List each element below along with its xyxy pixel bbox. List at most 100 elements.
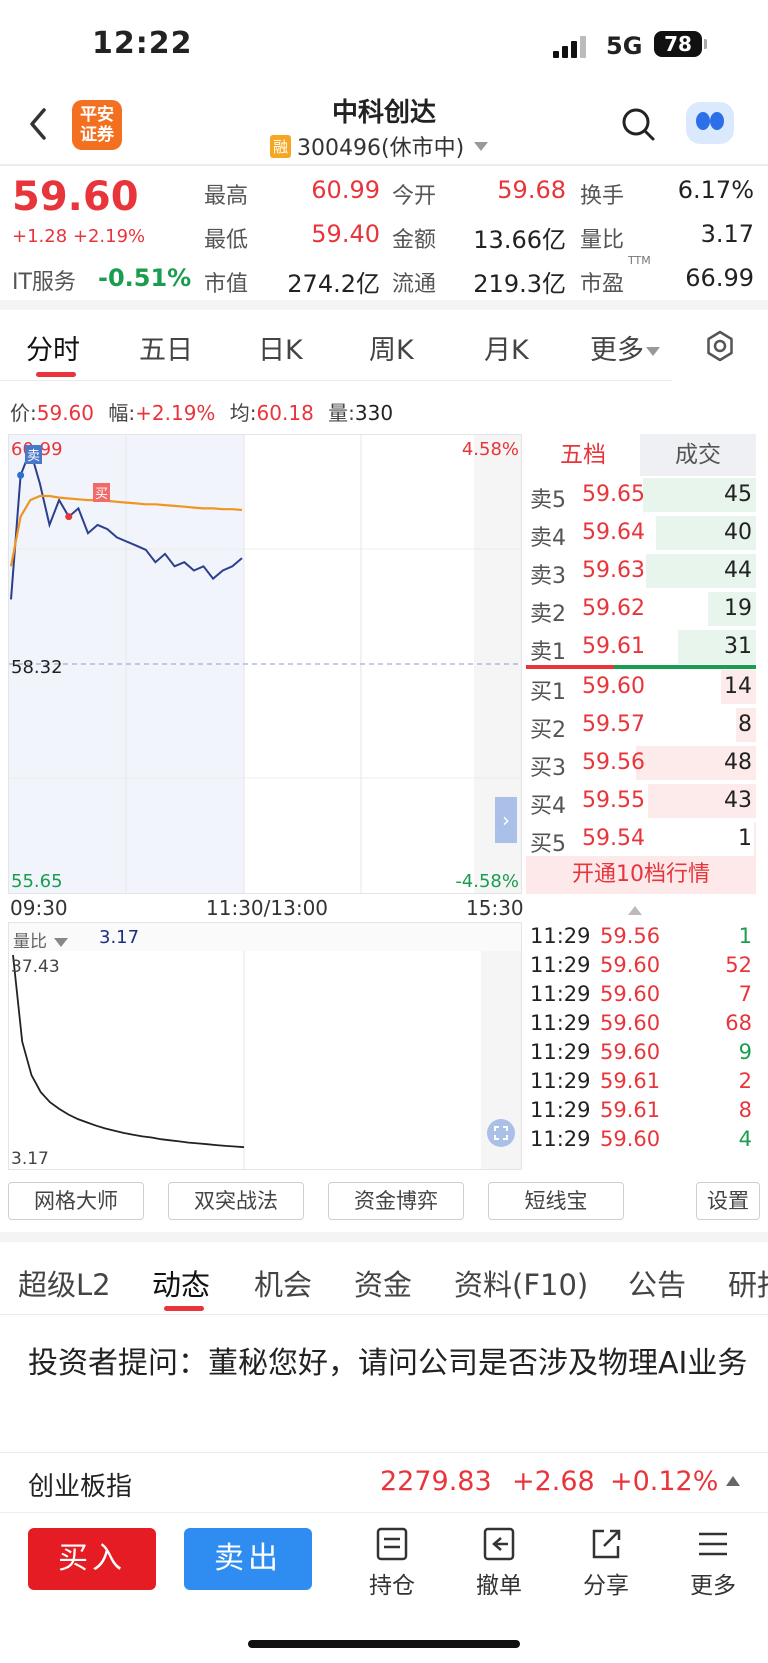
share-button[interactable]: 分享	[571, 1526, 641, 1600]
tab-monthly-k[interactable]: 月K	[484, 328, 529, 367]
trade-price: 59.60	[600, 1011, 661, 1035]
trade-volume: 68	[725, 1011, 752, 1035]
volume-ratio-series	[12, 954, 245, 1149]
tab-daily-k[interactable]: 日K	[258, 328, 303, 367]
tab-five-levels[interactable]: 五档	[526, 434, 640, 476]
ask-row[interactable]: 卖4 59.64 40	[526, 514, 756, 552]
divider	[0, 380, 672, 381]
buy-button[interactable]: 买入	[28, 1528, 156, 1590]
ask-row[interactable]: 卖2 59.62 19	[526, 590, 756, 628]
gear-icon[interactable]	[703, 329, 737, 363]
trade-price: 59.56	[600, 924, 661, 948]
volume-ratio-chart[interactable]: 量比 3.17 37.43 3.17	[8, 922, 522, 1170]
level-volume: 48	[724, 750, 752, 775]
ai-assistant-icon[interactable]	[686, 102, 734, 144]
bid-row[interactable]: 买2 59.57 8	[526, 706, 756, 744]
level-price: 59.60	[582, 674, 645, 699]
info-bar: 价:59.60 幅:+2.19% 均:60.18 量:330	[10, 397, 393, 426]
level-name: 卖4	[530, 526, 566, 551]
bid-row[interactable]: 买4 59.55 43	[526, 782, 756, 820]
ask-row[interactable]: 卖5 59.65 45	[526, 476, 756, 514]
index-pct: +0.12%	[610, 1466, 719, 1497]
current-price: 59.60	[12, 174, 139, 220]
chevron-right-icon[interactable]: ›	[495, 797, 517, 843]
more-label: 更多	[690, 1573, 736, 1599]
news-item[interactable]: 投资者提问：董秘您好，请问公司是否涉及物理AI业务	[28, 1338, 748, 1390]
ask-row[interactable]: 卖1 59.61 31	[526, 628, 756, 666]
tool-settings[interactable]: 设置	[696, 1182, 760, 1220]
tab-f10[interactable]: 资料(F10)	[454, 1262, 588, 1304]
intraday-chart[interactable]: 60.99 58.32 55.65 4.58% -4.58% 卖 买 ›	[8, 434, 522, 894]
tool-double-break[interactable]: 双突战法	[168, 1182, 304, 1220]
quote-label: 最高	[204, 184, 249, 209]
tab-opportunity[interactable]: 机会	[254, 1262, 312, 1304]
tab-dynamics[interactable]: 动态	[152, 1262, 210, 1304]
ask-bid-divider-red	[526, 665, 614, 669]
stock-code-label: 300496(休市中)	[297, 136, 465, 161]
divider	[0, 1314, 768, 1315]
info-avg: 60.18	[256, 401, 314, 425]
bid-row[interactable]: 买1 59.60 14	[526, 668, 756, 706]
battery-icon: 78	[654, 31, 707, 57]
level-price: 59.64	[582, 520, 645, 545]
vr-bottom-label: 3.17	[11, 1149, 49, 1169]
info-amp: +2.19%	[135, 401, 216, 425]
volume-ratio-line	[12, 954, 245, 1149]
quote-value: 3.17	[700, 220, 754, 248]
tab-funds[interactable]: 资金	[354, 1262, 412, 1304]
cancel-order-button[interactable]: 撤单	[464, 1526, 534, 1600]
quote-value: 60.99	[311, 176, 380, 204]
trade-time: 11:29	[530, 1098, 591, 1122]
price-low-label: 55.65	[11, 871, 63, 892]
trade-volume: 4	[738, 1127, 752, 1151]
tab-research[interactable]: 研报	[728, 1262, 768, 1304]
tab-announcements[interactable]: 公告	[628, 1262, 686, 1304]
level-volume: 40	[724, 520, 752, 545]
trade-volume: 52	[725, 953, 752, 977]
info-vol: 330	[354, 401, 394, 425]
vr-label[interactable]: 量比	[13, 927, 69, 952]
cancel-order-icon	[483, 1527, 515, 1561]
index-change: +2.68	[512, 1466, 595, 1497]
sector-change[interactable]: -0.51%	[98, 264, 191, 292]
price-label: 价:	[10, 401, 37, 425]
scroll-up-icon[interactable]	[628, 906, 642, 915]
avg-label: 均:	[229, 401, 257, 425]
more-button[interactable]: 更多	[678, 1526, 748, 1600]
trade-price: 59.60	[600, 1040, 661, 1064]
level-name: 买3	[530, 756, 566, 781]
fullscreen-icon[interactable]	[487, 1119, 515, 1147]
tab-trades[interactable]: 成交	[640, 434, 756, 476]
tab-weekly-k[interactable]: 周K	[369, 328, 414, 367]
trade-row: 11:29 59.61 2	[530, 1069, 752, 1098]
chevron-down-icon	[474, 141, 489, 151]
tool-fund-game[interactable]: 资金博弈	[328, 1182, 464, 1220]
tool-short-term[interactable]: 短线宝	[488, 1182, 624, 1220]
positions-button[interactable]: 持仓	[357, 1526, 427, 1600]
tab-more[interactable]: 更多	[590, 328, 660, 367]
quote-label: 金额	[392, 228, 437, 253]
intraday-plot	[9, 435, 521, 893]
tool-grid-master[interactable]: 网格大师	[8, 1182, 144, 1220]
bid-row[interactable]: 买3 59.56 48	[526, 744, 756, 782]
sector-name[interactable]: IT服务	[12, 264, 76, 296]
stock-code[interactable]: 融 300496(休市中)	[270, 130, 489, 162]
trade-row: 11:29 59.60 9	[530, 1040, 752, 1069]
search-icon[interactable]	[620, 106, 656, 142]
level-price: 59.57	[582, 712, 645, 737]
sell-button[interactable]: 卖出	[184, 1528, 312, 1590]
ask-row[interactable]: 卖3 59.63 44	[526, 552, 756, 590]
tab-more-label: 更多	[590, 335, 644, 366]
status-time: 12:22	[92, 26, 193, 61]
trade-time: 11:29	[530, 924, 591, 948]
level-volume: 43	[724, 788, 752, 813]
tab-super-l2[interactable]: 超级L2	[18, 1262, 111, 1304]
chevron-up-icon[interactable]	[726, 1476, 740, 1486]
vr-label-text: 量比	[13, 932, 47, 952]
tab-five-day[interactable]: 五日	[139, 328, 193, 367]
share-icon	[592, 1529, 621, 1559]
tab-intraday[interactable]: 分时	[26, 328, 80, 367]
open-10-levels-button[interactable]: 开通10档行情	[526, 856, 756, 894]
bid-row[interactable]: 买5 59.54 1	[526, 820, 756, 858]
time-label-mid: 11:30/13:00	[206, 896, 329, 920]
